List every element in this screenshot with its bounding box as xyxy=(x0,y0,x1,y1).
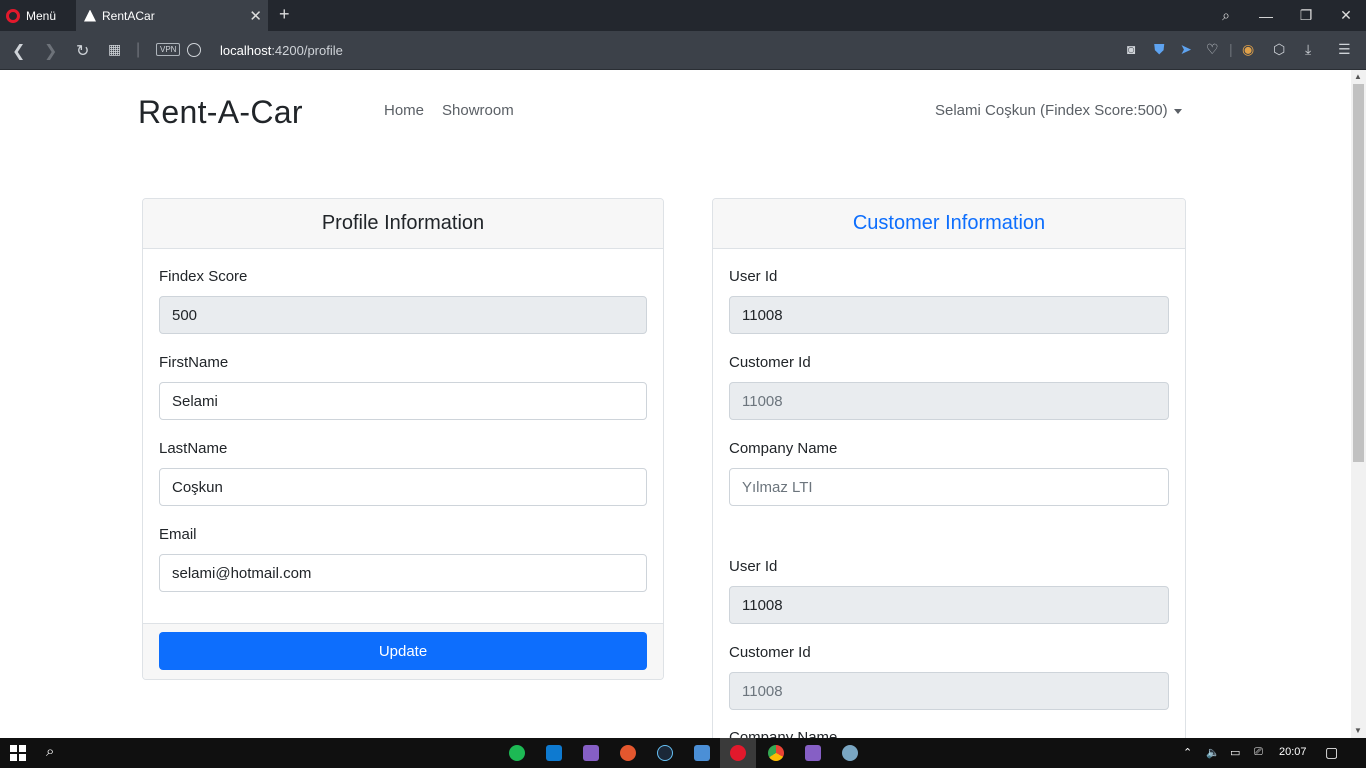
user-id-label-2: User Id xyxy=(729,558,778,575)
forward-icon[interactable]: ❯ xyxy=(44,41,57,61)
scroll-down-icon[interactable]: ▼ xyxy=(1354,726,1362,735)
color-wheel-icon[interactable]: ◉ xyxy=(1242,41,1254,58)
menu-label: Menü xyxy=(26,9,57,23)
findex-score-label: Findex Score xyxy=(159,268,248,285)
back-icon[interactable]: ❮ xyxy=(12,41,25,61)
tab-rentacar[interactable]: RentACar ✕ xyxy=(76,0,268,31)
customer-id-label: Customer Id xyxy=(729,354,811,371)
user-dropdown-label: Selami Coşkun (Findex Score:500) xyxy=(935,102,1168,119)
steam-icon[interactable] xyxy=(657,745,673,761)
visual-studio-2-icon[interactable] xyxy=(805,745,821,761)
caret-down-icon xyxy=(1173,108,1182,114)
update-button[interactable]: Update xyxy=(159,632,647,670)
tabs-grid-icon[interactable]: ▦ xyxy=(108,41,121,58)
minimize-icon[interactable]: — xyxy=(1246,8,1286,24)
web-page: Rent-A-Car Home Showroom Selami Coşkun (… xyxy=(0,70,1351,738)
browser-tab-bar: Menü RentACar ✕ + ⌕ — ❐ ✕ xyxy=(0,0,1366,31)
new-tab-icon[interactable]: + xyxy=(279,4,290,25)
url-path: :4200/profile xyxy=(271,43,343,58)
tab-title: RentACar xyxy=(102,8,155,23)
firstname-field[interactable]: Selami xyxy=(159,382,647,420)
clock[interactable]: 20:07 xyxy=(1279,746,1307,758)
company-name-field[interactable]: Yılmaz LTI xyxy=(729,468,1169,506)
user-id-field[interactable]: 11008 xyxy=(729,296,1169,334)
url-field[interactable]: localhost:4200/profile xyxy=(220,43,343,58)
windows-taskbar: ⌕ ⌃ 🔈 ▭ ⎚ 20:07 ▢ xyxy=(0,738,1366,768)
scroll-up-icon[interactable]: ▲ xyxy=(1354,72,1362,81)
company-name-label: Company Name xyxy=(729,440,838,457)
email-field[interactable]: selami@hotmail.com xyxy=(159,554,647,592)
window-controls: ⌕ — ❐ ✕ xyxy=(1206,0,1366,31)
user-id-label: User Id xyxy=(729,268,778,285)
opera-logo-icon xyxy=(6,9,20,23)
windows-start-icon[interactable] xyxy=(10,745,26,761)
search-icon[interactable]: ⌕ xyxy=(46,743,54,760)
divider: | xyxy=(136,41,141,58)
nav-showroom[interactable]: Showroom xyxy=(442,102,514,119)
notifications-icon[interactable]: ▢ xyxy=(1325,744,1338,761)
profile-card-title: Profile Information xyxy=(143,199,663,249)
customer-id-field-2[interactable]: 11008 xyxy=(729,672,1169,710)
send-icon[interactable]: ➤ xyxy=(1180,41,1192,58)
restore-icon[interactable]: ❐ xyxy=(1286,7,1326,24)
easy-setup-icon[interactable]: ☰ xyxy=(1338,41,1351,58)
globe-icon[interactable] xyxy=(187,43,201,57)
search-tabs-icon[interactable]: ⌕ xyxy=(1206,7,1246,24)
lastname-field[interactable]: Coşkun xyxy=(159,468,647,506)
user-id-field-2[interactable]: 11008 xyxy=(729,586,1169,624)
network-icon[interactable]: ⎚ xyxy=(1254,746,1263,759)
volume-icon[interactable]: 🔈 xyxy=(1206,746,1220,759)
user-dropdown[interactable]: Selami Coşkun (Findex Score:500) xyxy=(935,102,1182,119)
customer-card-title: Customer Information xyxy=(713,199,1185,249)
nav-home[interactable]: Home xyxy=(384,102,424,119)
camera-icon[interactable]: ◙ xyxy=(1127,41,1135,57)
heart-icon[interactable]: ♡ xyxy=(1206,41,1219,58)
customer-card: Customer Information User Id 11008 Custo… xyxy=(712,198,1186,738)
brand-logo[interactable]: Rent-A-Car xyxy=(138,94,303,131)
address-bar: ❮ ❯ ↻ ▦ | VPN localhost:4200/profile ◙ ⛊… xyxy=(0,31,1366,70)
visual-studio-icon[interactable] xyxy=(583,745,599,761)
app-icon-misc[interactable] xyxy=(842,745,858,761)
shield-icon[interactable]: ⛊ xyxy=(1154,41,1165,58)
close-window-icon[interactable]: ✕ xyxy=(1326,7,1366,24)
chrome-icon[interactable] xyxy=(768,745,784,761)
opera-taskbar-icon[interactable] xyxy=(730,745,746,761)
opera-menu-button[interactable]: Menü xyxy=(6,6,56,26)
download-icon[interactable]: ⤓ xyxy=(1305,41,1311,58)
app-icon-orange[interactable] xyxy=(620,745,636,761)
close-tab-icon[interactable]: ✕ xyxy=(249,7,262,25)
customer-id-field[interactable]: 11008 xyxy=(729,382,1169,420)
lastname-label: LastName xyxy=(159,440,228,457)
vscode-icon[interactable] xyxy=(546,745,562,761)
findex-score-field[interactable]: 500 xyxy=(159,296,647,334)
profile-card-footer: Update xyxy=(143,623,663,679)
customer-id-label-2: Customer Id xyxy=(729,644,811,661)
page-scrollbar[interactable]: ▲ ▼ xyxy=(1351,70,1366,738)
reload-icon[interactable]: ↻ xyxy=(76,41,89,61)
profile-card: Profile Information Findex Score 500 Fir… xyxy=(142,198,664,680)
angular-favicon-icon xyxy=(84,9,96,22)
desktop-app-icon[interactable] xyxy=(694,745,710,761)
company-name-label-2: Company Name xyxy=(729,729,838,738)
divider-2: | xyxy=(1229,41,1233,57)
firstname-label: FirstName xyxy=(159,354,229,371)
cube-icon[interactable]: ⬡ xyxy=(1273,41,1285,58)
vpn-badge[interactable]: VPN xyxy=(156,43,181,56)
url-host: localhost xyxy=(220,43,272,58)
battery-icon[interactable]: ▭ xyxy=(1230,746,1240,759)
tray-chevron-icon[interactable]: ⌃ xyxy=(1183,746,1192,759)
email-label: Email xyxy=(159,526,197,543)
scroll-thumb[interactable] xyxy=(1353,84,1364,462)
spotify-icon[interactable] xyxy=(509,745,525,761)
